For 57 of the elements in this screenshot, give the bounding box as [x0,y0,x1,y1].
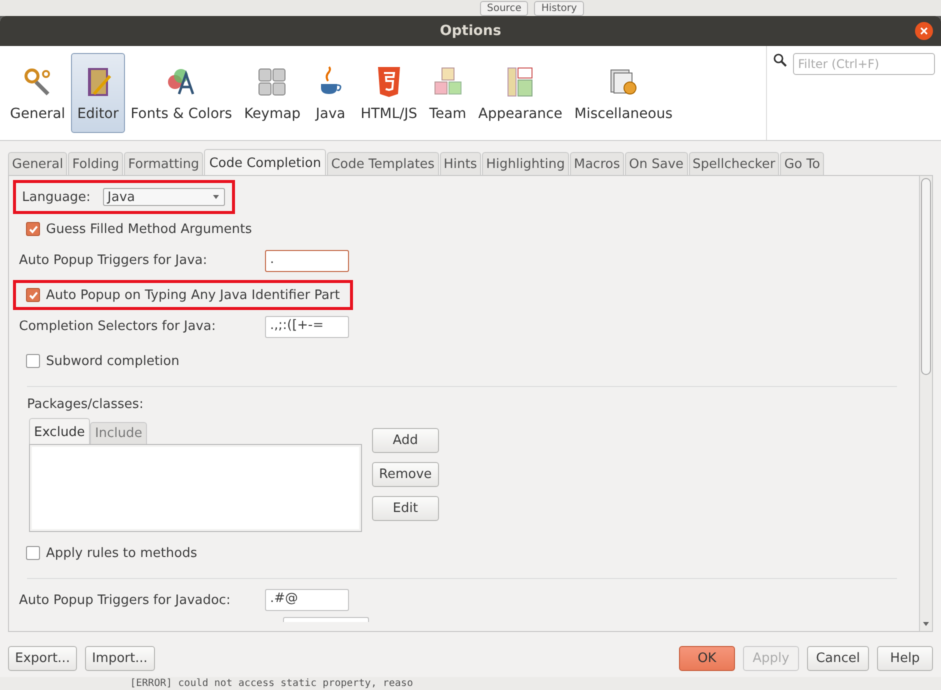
tab[interactable]: Code Completion [204,149,326,175]
window-title: Options [440,23,502,39]
tab[interactable]: Highlighting [482,152,569,175]
checkbox-label: Auto Popup on Typing Any Java Identifier Part [46,288,340,302]
footer-button[interactable]: Import... [84,646,154,671]
category-button[interactable]: HTML/JS [354,53,424,133]
dialog-button[interactable]: Cancel [806,646,869,671]
category-button[interactable]: Team [423,53,472,133]
checkbox[interactable] [26,546,40,560]
dialog-button[interactable]: Help [877,646,933,671]
checkbox[interactable] [26,288,40,302]
language-dropdown[interactable]: Java [102,188,225,206]
input-field[interactable]: . [265,250,349,272]
list-button[interactable]: Edit [372,496,439,521]
footer-button[interactable]: Export... [8,646,77,671]
category-button[interactable]: Keymap [238,53,307,133]
category-button[interactable]: Fonts & Colors [124,53,238,133]
scrollbar[interactable] [919,176,932,631]
checkbox[interactable] [26,354,40,368]
list-button[interactable]: Remove [372,462,439,487]
tab[interactable]: Folding [68,152,124,175]
list-button[interactable]: Add [372,428,439,453]
scroll-down-arrow-icon[interactable] [921,620,931,628]
category-button[interactable]: Editor [71,53,125,133]
ide-toolbar-button[interactable]: History [534,0,584,16]
setting-label: Auto Popup Triggers for Javadoc: [19,592,232,608]
input-field[interactable]: .,;:([+-= [265,316,349,338]
setting-label: Auto Popup Triggers for Java: [19,252,208,270]
tab[interactable]: Formatting [124,152,204,175]
category-button[interactable]: Miscellaneous [568,53,679,133]
input-field[interactable] [283,617,369,622]
console-line: [ERROR] could not access static property, reaso [130,678,413,689]
search-icon [773,53,787,67]
tab[interactable]: Code Templates [327,152,439,175]
section-label: Packages/classes: [27,397,144,412]
category-button[interactable]: Appearance [472,53,568,133]
ide-toolbar-button[interactable]: Source [480,0,528,16]
filter-field[interactable]: Filter (Ctrl+F) [793,53,935,75]
tab[interactable]: Macros [570,152,624,175]
close-icon[interactable] [915,22,933,40]
tab[interactable]: Hints [440,152,482,175]
input-field[interactable]: .#@ [265,589,349,611]
checkbox-label: Guess Filled Method Arguments [46,222,252,236]
tab[interactable]: Spellchecker [688,152,780,175]
category-button[interactable]: General [4,53,72,133]
tab[interactable]: Exclude [29,418,90,444]
checkbox-label: Apply rules to methods [46,546,198,560]
tab[interactable]: On Save [625,152,688,175]
setting-label: Completion Selectors for Java: [19,318,217,336]
checkbox-label: Subword completion [46,354,180,368]
package-list[interactable] [29,444,362,532]
tab[interactable]: General [8,152,68,175]
setting-label: Language: [22,190,91,204]
dialog-button[interactable]: OK [678,646,735,671]
checkbox[interactable] [26,222,40,236]
tab[interactable]: Go To [780,152,824,175]
category-button[interactable]: Java [306,53,355,133]
